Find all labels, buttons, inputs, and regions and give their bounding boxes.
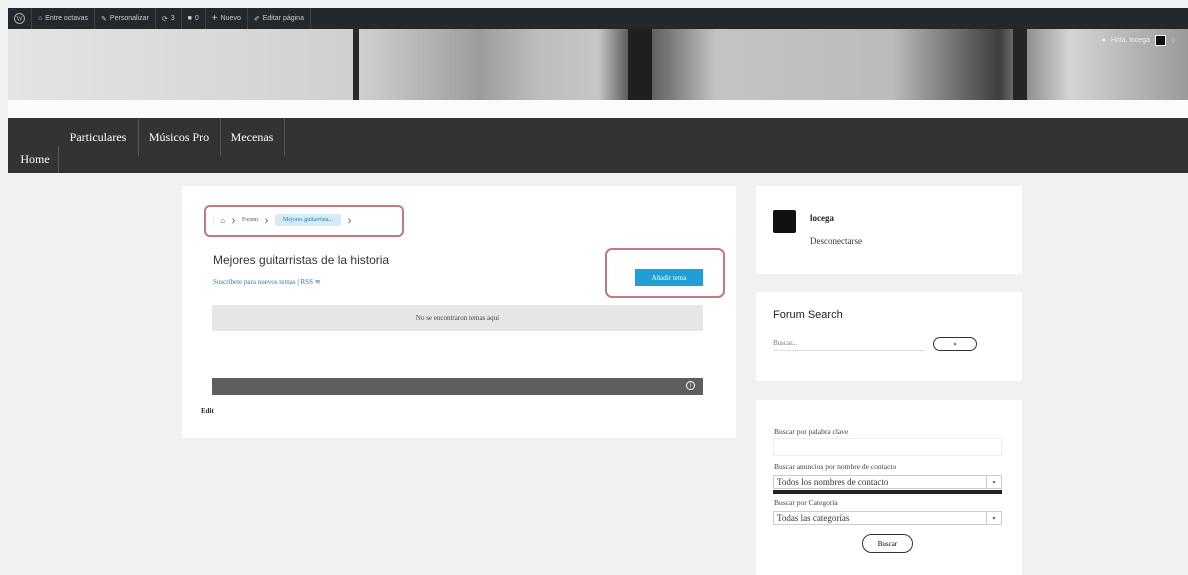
- svg-text:W: W: [16, 15, 23, 23]
- nav-item-particulares[interactable]: Particulares: [58, 118, 139, 156]
- category-select[interactable]: Todas las categorías ▾: [773, 511, 1002, 525]
- admin-updates[interactable]: ⟳ 3: [156, 8, 182, 29]
- nav-item-home[interactable]: Home: [12, 146, 59, 173]
- admin-account-menu[interactable]: ● Hola, locega ⚲: [1102, 35, 1176, 46]
- main-navigation: Home Particulares Músicos Pro Mecenas: [8, 118, 1188, 173]
- category-label: Buscar por Categoría: [774, 498, 838, 507]
- forum-search-input[interactable]: [773, 336, 925, 351]
- updates-icon: ⟳: [161, 15, 168, 23]
- search-icon[interactable]: ⚲: [1171, 37, 1176, 45]
- username[interactable]: locega: [810, 213, 834, 223]
- nav-item-mecenas[interactable]: Mecenas: [220, 118, 285, 156]
- info-icon[interactable]: i: [686, 381, 695, 390]
- keyword-input[interactable]: [773, 438, 1002, 456]
- comment-icon: ■: [187, 15, 192, 22]
- subscribe-links: Suscríbete para nuevos temas | RSS ≋: [213, 278, 321, 286]
- home-icon[interactable]: ⌂: [220, 216, 225, 225]
- admin-site-name[interactable]: ⌂ Entre octavas: [32, 8, 96, 29]
- no-topics-notice: No se encontraron temas aquí: [212, 305, 703, 331]
- chevron-down-icon: ▾: [986, 512, 1001, 524]
- breadcrumb: | ⌂ › Forum › Mejores guitarrista... ›: [213, 212, 353, 228]
- contact-label: Buscar anuncios por nombre de contacto: [774, 462, 897, 471]
- breadcrumb-current: Mejores guitarrista...: [275, 214, 342, 226]
- edit-link[interactable]: Edit: [201, 407, 214, 415]
- chevron-right-icon: ›: [347, 212, 353, 228]
- brush-icon: ✎: [101, 15, 107, 23]
- avatar[interactable]: [773, 210, 796, 233]
- chevron-down-icon: ▾: [986, 476, 1001, 488]
- info-icon: ●: [1101, 37, 1106, 44]
- subscribe-link[interactable]: Suscríbete para nuevos temas: [213, 278, 296, 286]
- add-topic-button[interactable]: Añadir tema: [635, 269, 703, 286]
- nav-item-musicos-pro[interactable]: Músicos Pro: [138, 118, 221, 156]
- header-spacer: [8, 100, 1188, 118]
- pencil-icon: ✐: [253, 15, 260, 23]
- contact-select[interactable]: Todos los nombres de contacto ▾: [773, 475, 1002, 489]
- admin-comments[interactable]: ■ 0: [182, 8, 206, 29]
- wordpress-logo-icon[interactable]: W: [8, 8, 32, 29]
- search-button[interactable]: Buscar: [862, 534, 913, 553]
- forum-search-title: Forum Search: [773, 309, 843, 321]
- plus-icon: +: [211, 13, 218, 24]
- breadcrumb-forum[interactable]: Forum: [242, 217, 258, 223]
- chevron-right-icon: ›: [264, 212, 270, 228]
- rss-link[interactable]: RSS: [301, 278, 313, 286]
- admin-edit-page[interactable]: ✐ Editar página: [248, 8, 311, 29]
- rss-icon: ≋: [314, 278, 321, 286]
- admin-new[interactable]: + Nuevo: [206, 8, 248, 29]
- forum-title: Mejores guitarristas de la historia: [213, 253, 390, 267]
- chevron-right-icon: ›: [231, 212, 237, 228]
- header-image: ● Hola, locega ⚲: [8, 29, 1188, 100]
- user-avatar-small: [1154, 35, 1166, 46]
- divider: [773, 490, 1002, 494]
- forum-footer-bar: i: [212, 378, 703, 395]
- logout-link[interactable]: Desconectarse: [810, 236, 862, 246]
- admin-customize[interactable]: ✎ Personalizar: [95, 8, 156, 29]
- keyword-label: Buscar por palabra clave: [774, 427, 849, 436]
- home-icon: ⌂: [38, 15, 43, 22]
- forum-search-button[interactable]: »: [933, 337, 977, 351]
- admin-bar: W ⌂ Entre octavas ✎ Personalizar ⟳ 3 ■ 0…: [8, 8, 1188, 29]
